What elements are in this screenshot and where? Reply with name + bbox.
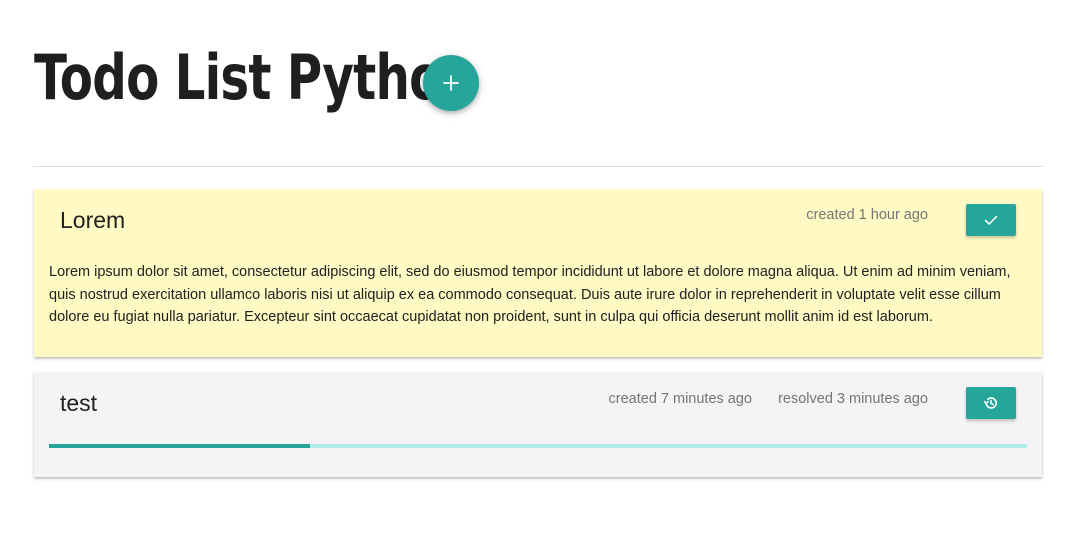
progress-bar [49,444,1027,448]
progress-fill [49,444,311,448]
todo-card-active: Lorem created 1 hour ago Lorem ipsum dol… [34,189,1042,357]
restore-icon [983,397,997,409]
divider [33,166,1043,167]
resolved-timestamp: resolved 3 minutes ago [778,391,928,407]
add-todo-button[interactable] [423,55,479,111]
resolve-button[interactable] [966,204,1016,236]
todo-card-resolved: test created 7 minutes ago resolved 3 mi… [34,372,1042,477]
page-title: Todo List Python [34,41,476,114]
check-icon [984,215,998,225]
restore-button[interactable] [966,387,1016,419]
todo-description: Lorem ipsum dolor sit amet, consectetur … [49,264,1011,325]
todo-title: test [60,390,98,416]
created-timestamp: created 1 hour ago [806,207,928,223]
todo-title: Lorem [60,207,126,233]
created-timestamp: created 7 minutes ago [608,391,752,407]
plus-icon [443,75,459,91]
header: Todo List Python [34,38,479,118]
